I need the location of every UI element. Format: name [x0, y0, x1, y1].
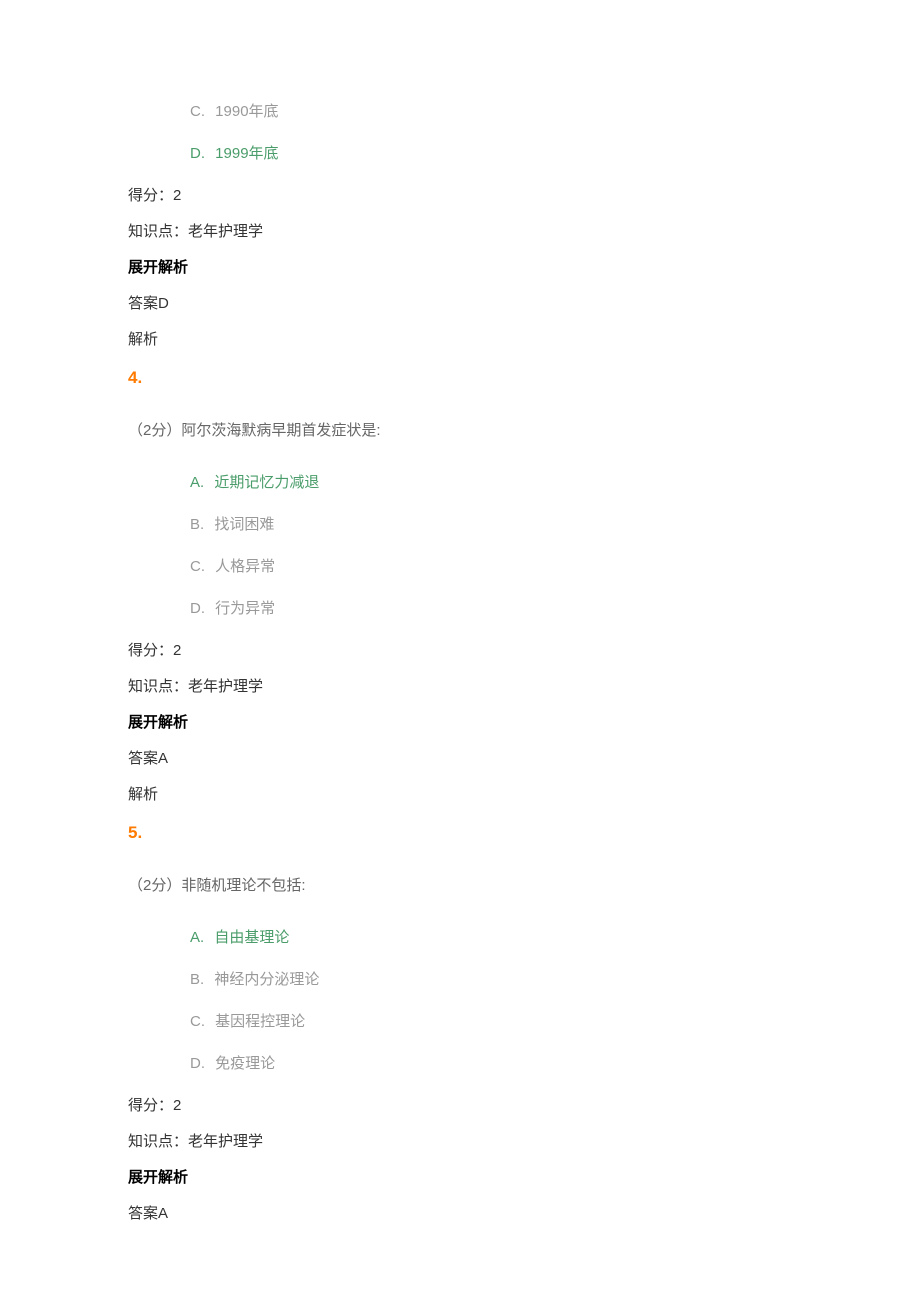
option-d: D. 免疫理论: [128, 1052, 920, 1076]
option-a: A. 自由基理论: [128, 926, 920, 950]
option-b: B. 找词困难: [128, 513, 920, 537]
score-value: 2: [173, 187, 181, 204]
option-letter: B.: [190, 513, 204, 537]
option-text: 近期记忆力减退: [214, 474, 319, 491]
explain-label: 解析: [128, 328, 920, 352]
kp-line: 知识点：老年护理学: [128, 675, 920, 699]
option-letter: C.: [190, 100, 205, 124]
question-text: （2分）非随机理论不包括:: [128, 874, 920, 898]
kp-value: 老年护理学: [188, 1133, 263, 1150]
expand-link[interactable]: 展开解析: [128, 256, 920, 280]
answer-label: 答案: [128, 750, 158, 767]
kp-value: 老年护理学: [188, 678, 263, 695]
answer-line: 答案A: [128, 747, 920, 771]
option-letter: D.: [190, 1052, 205, 1076]
option-text: 基因程控理论: [215, 1013, 305, 1030]
answer-value: A: [158, 750, 168, 767]
kp-label: 知识点：: [128, 1133, 188, 1150]
expand-link[interactable]: 展开解析: [128, 1166, 920, 1190]
option-c: C. 人格异常: [128, 555, 920, 579]
option-text: 找词困难: [214, 516, 274, 533]
expand-link[interactable]: 展开解析: [128, 711, 920, 735]
answer-label: 答案: [128, 1205, 158, 1222]
option-text: 人格异常: [215, 558, 275, 575]
kp-label: 知识点：: [128, 223, 188, 240]
kp-label: 知识点：: [128, 678, 188, 695]
option-d: D. 行为异常: [128, 597, 920, 621]
kp-value: 老年护理学: [188, 223, 263, 240]
question-number: 5.: [128, 819, 920, 846]
option-a: A. 近期记忆力减退: [128, 471, 920, 495]
kp-line: 知识点：老年护理学: [128, 220, 920, 244]
score-label: 得分：: [128, 642, 173, 659]
option-letter: D.: [190, 597, 205, 621]
answer-line: 答案D: [128, 292, 920, 316]
score-line: 得分：2: [128, 1094, 920, 1118]
option-text: 1999年底: [215, 145, 278, 162]
answer-value: A: [158, 1205, 168, 1222]
answer-label: 答案: [128, 295, 158, 312]
option-text: 行为异常: [215, 600, 275, 617]
option-b: B. 神经内分泌理论: [128, 968, 920, 992]
answer-line: 答案A: [128, 1202, 920, 1226]
option-letter: C.: [190, 1010, 205, 1034]
option-text: 神经内分泌理论: [214, 971, 319, 988]
score-line: 得分：2: [128, 184, 920, 208]
explain-label: 解析: [128, 783, 920, 807]
option-text: 免疫理论: [215, 1055, 275, 1072]
option-c: C. 1990年底: [128, 100, 920, 124]
kp-line: 知识点：老年护理学: [128, 1130, 920, 1154]
option-d: D. 1999年底: [128, 142, 920, 166]
score-line: 得分：2: [128, 639, 920, 663]
score-label: 得分：: [128, 1097, 173, 1114]
question-number: 4.: [128, 364, 920, 391]
score-label: 得分：: [128, 187, 173, 204]
question-text: （2分）阿尔茨海默病早期首发症状是:: [128, 419, 920, 443]
option-letter: D.: [190, 142, 205, 166]
answer-value: D: [158, 295, 169, 312]
score-value: 2: [173, 642, 181, 659]
option-text: 1990年底: [215, 103, 278, 120]
option-c: C. 基因程控理论: [128, 1010, 920, 1034]
score-value: 2: [173, 1097, 181, 1114]
option-letter: C.: [190, 555, 205, 579]
option-letter: B.: [190, 968, 204, 992]
option-letter: A.: [190, 926, 204, 950]
option-text: 自由基理论: [214, 929, 289, 946]
option-letter: A.: [190, 471, 204, 495]
